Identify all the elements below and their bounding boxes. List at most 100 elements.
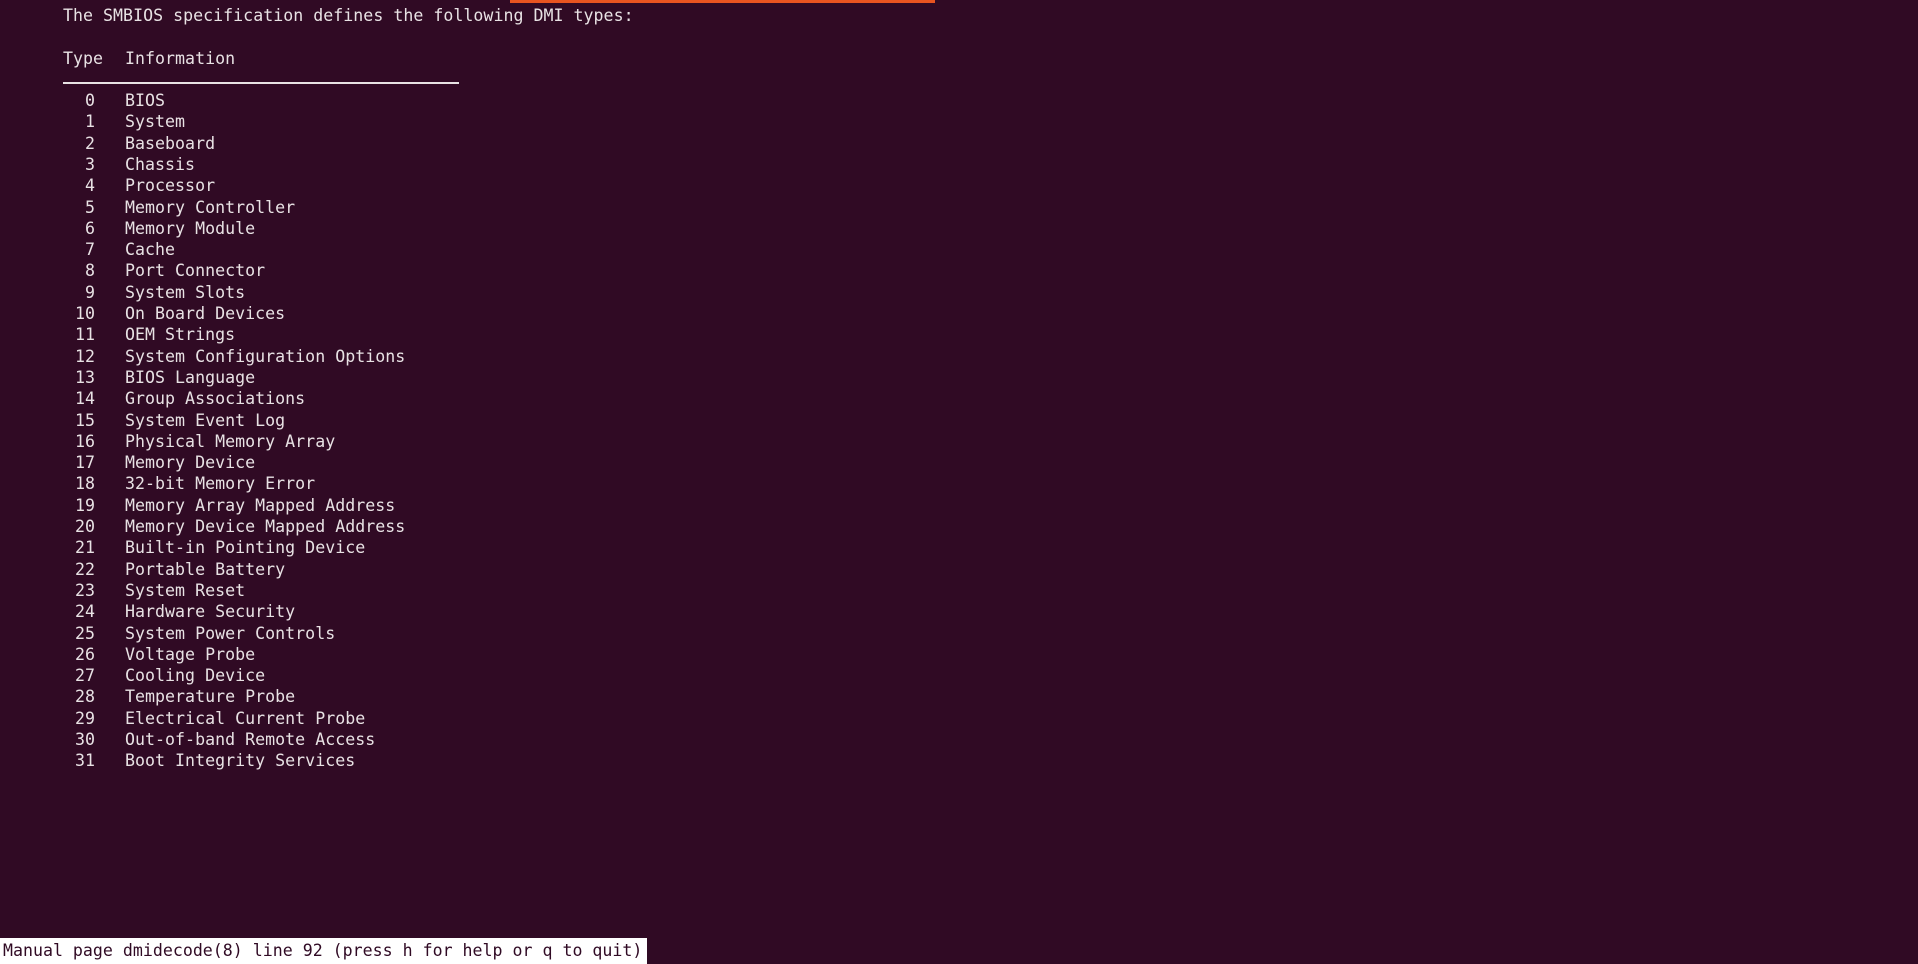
table-row: 24 Hardware Security [0, 601, 295, 622]
intro-paragraph: The SMBIOS specification defines the fol… [63, 6, 634, 25]
dmi-type-information: Chassis [125, 154, 196, 174]
dmi-type-number: 18 [74, 474, 95, 494]
dmi-type-number: 25 [74, 623, 95, 643]
terminal-window[interactable]: The SMBIOS specification defines the fol… [0, 0, 1918, 964]
table-row: 5 Memory Controller [0, 197, 295, 218]
table-row: 17 Memory Device [0, 452, 255, 473]
dmi-type-number: 31 [74, 751, 95, 771]
dmi-type-information: Memory Device Mapped Address [125, 517, 406, 536]
pager-status-bar[interactable]: Manual page dmidecode(8) line 92 (press … [0, 938, 647, 964]
table-row: 10 On Board Devices [0, 303, 285, 324]
table-row: 6 Memory Module [0, 218, 255, 239]
dmi-type-information: 32-bit Memory Error [125, 474, 316, 494]
table-row: 3 Chassis [0, 154, 195, 175]
dmi-type-number: 17 [74, 453, 95, 473]
dmi-type-number: 22 [74, 559, 95, 579]
dmi-type-information: Temperature Probe [125, 687, 296, 707]
table-row: 8 Port Connector [0, 260, 265, 281]
dmi-type-information: Memory Module [125, 218, 256, 238]
dmi-type-number: 21 [74, 538, 95, 558]
table-row: 27 Cooling Device [0, 665, 265, 686]
dmi-type-information: Voltage Probe [125, 644, 256, 664]
table-row: 28 Temperature Probe [0, 686, 295, 707]
dmi-type-number: 15 [74, 410, 95, 430]
dmi-type-number: 0 [84, 91, 95, 110]
dmi-type-information: Processor [125, 176, 216, 196]
table-row: 25 System Power Controls [0, 623, 335, 644]
dmi-type-information: Memory Array Mapped Address [125, 495, 396, 515]
dmi-type-information: Baseboard [125, 133, 216, 153]
table-row: 19 Memory Array Mapped Address [0, 495, 395, 516]
dmi-type-number: 26 [74, 644, 95, 664]
dmi-type-number: 23 [74, 580, 95, 600]
dmi-type-information: Cooling Device [125, 666, 266, 686]
table-row: 7 Cache [0, 239, 175, 260]
table-row: 15 System Event Log [0, 410, 285, 431]
table-row: 26 Voltage Probe [0, 644, 255, 665]
dmi-type-number: 1 [84, 112, 95, 132]
table-row: 18 32-bit Memory Error [0, 473, 315, 494]
table-row: 12 System Configuration Options [0, 346, 405, 367]
dmi-type-number: 30 [74, 730, 95, 749]
table-row: 1 System [0, 111, 185, 132]
dmi-type-number: 2 [84, 133, 95, 153]
dmi-type-number: 28 [74, 687, 95, 707]
horizontal-rule [63, 82, 459, 84]
table-row: 11 OEM Strings [0, 324, 235, 345]
dmi-type-information: Physical Memory Array [125, 431, 336, 451]
table-row: 9 System Slots [0, 282, 245, 303]
dmi-type-number: 14 [74, 389, 95, 409]
dmi-type-information: Hardware Security [125, 602, 296, 622]
dmi-type-number: 5 [84, 197, 95, 217]
table-row: 4 Processor [0, 175, 215, 196]
dmi-type-information: BIOS Language [125, 367, 256, 387]
table-row: 22 Portable Battery [0, 559, 285, 580]
dmi-type-information: Electrical Current Probe [125, 708, 366, 728]
dmi-type-information: Built-in Pointing Device [125, 538, 366, 558]
dmi-type-number: 27 [74, 666, 95, 686]
dmi-type-number: 24 [74, 602, 95, 622]
table-row: 16 Physical Memory Array [0, 431, 335, 452]
dmi-type-number: 16 [74, 431, 95, 451]
table-row: 13 BIOS Language [0, 367, 255, 388]
dmi-type-information: OEM Strings [125, 325, 236, 345]
dmi-type-information: Port Connector [125, 261, 266, 281]
dmi-type-information: Group Associations [125, 389, 306, 409]
dmi-type-number: 9 [84, 282, 95, 302]
dmi-type-information: Memory Device [125, 453, 256, 473]
dmi-type-information: System Power Controls [125, 623, 336, 643]
dmi-type-information: Portable Battery [125, 559, 286, 579]
dmi-type-information: System Configuration Options [125, 346, 406, 366]
dmi-type-number: 8 [84, 261, 95, 281]
table-row: 21 Built-in Pointing Device [0, 537, 365, 558]
table-row: 30 Out-of-band Remote Access [0, 729, 375, 750]
dmi-type-information: Boot Integrity Services [125, 751, 356, 771]
table-row: 31 Boot Integrity Services [0, 750, 355, 771]
table-row: 14 Group Associations [0, 388, 305, 409]
table-row: 29 Electrical Current Probe [0, 708, 365, 729]
dmi-type-number: 11 [74, 325, 95, 345]
dmi-type-number: 12 [74, 346, 95, 366]
dmi-type-information: System Event Log [125, 410, 286, 430]
dmi-type-number: 20 [74, 517, 95, 536]
dmi-type-number: 4 [84, 176, 95, 196]
dmi-type-number: 13 [74, 367, 95, 387]
dmi-type-number: 19 [74, 495, 95, 515]
column-header-information: Information [125, 49, 236, 68]
table-row: 0 BIOS [0, 90, 165, 111]
dmi-type-information: Out-of-band Remote Access [125, 730, 376, 749]
dmi-type-information: On Board Devices [125, 304, 286, 323]
table-row: 20 Memory Device Mapped Address [0, 516, 405, 537]
man-page-content: The SMBIOS specification defines the fol… [0, 0, 1918, 935]
dmi-type-number: 10 [74, 304, 95, 323]
dmi-type-information: Cache [125, 240, 176, 260]
dmi-type-number: 7 [84, 240, 95, 260]
dmi-type-number: 3 [84, 154, 95, 174]
dmi-type-information: System Reset [125, 580, 246, 600]
dmi-type-information: System Slots [125, 282, 246, 302]
dmi-type-number: 29 [74, 708, 95, 728]
dmi-type-information: System [125, 112, 186, 132]
table-header-row: Type Information [0, 48, 235, 69]
table-row: 23 System Reset [0, 580, 245, 601]
dmi-type-number: 6 [84, 218, 95, 238]
